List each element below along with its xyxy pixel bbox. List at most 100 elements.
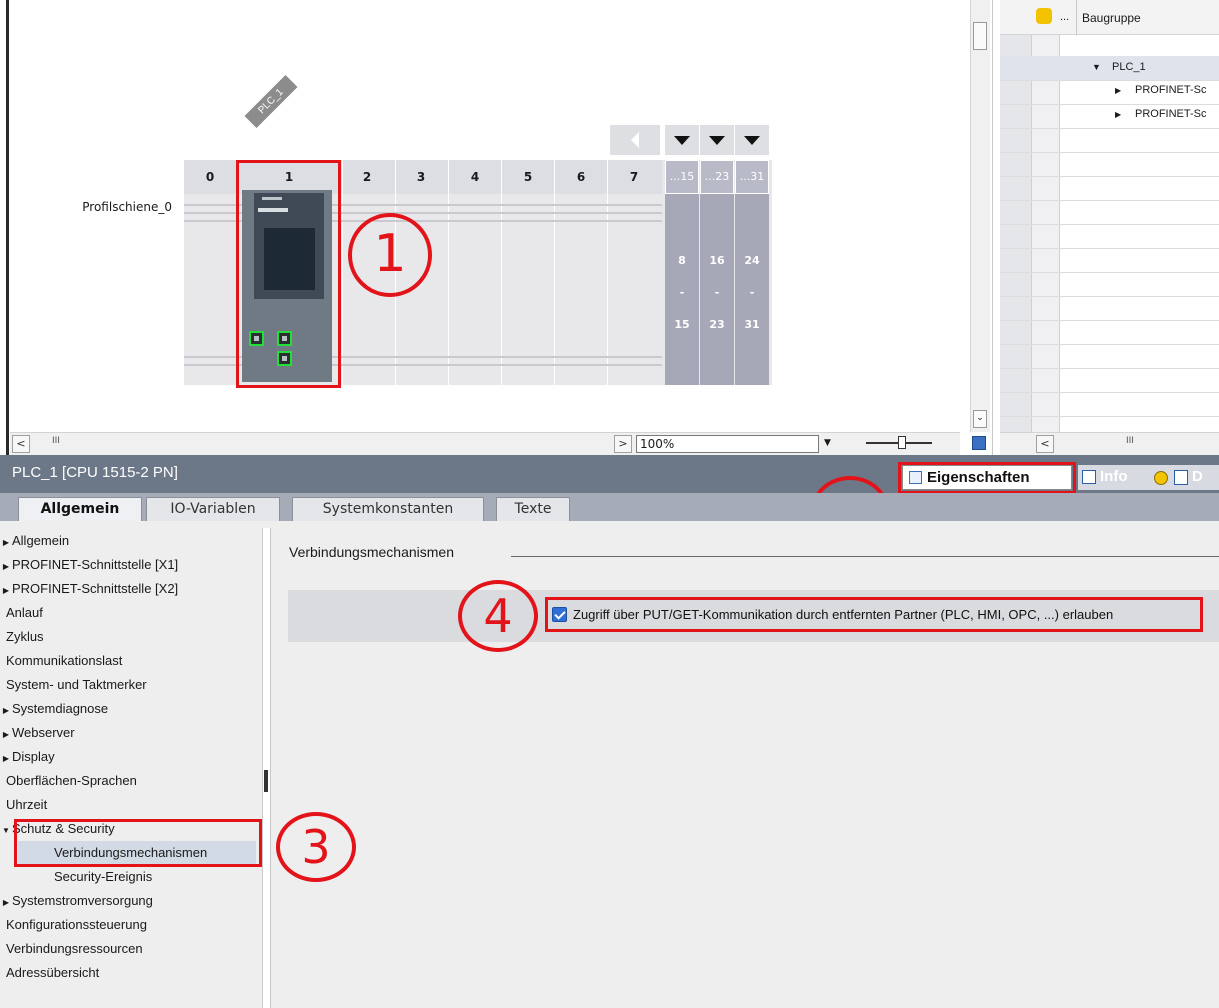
- slot-range-from: 8: [678, 254, 686, 267]
- overview-row-label[interactable]: PLC_1: [1112, 61, 1146, 73]
- nav-item-label: Security-Ereignis: [54, 869, 153, 884]
- splitter-grip[interactable]: [264, 770, 268, 792]
- expand-arrow-icon[interactable]: ▶: [0, 555, 12, 579]
- overview-row-selected[interactable]: [1000, 56, 1219, 80]
- nav-item-label: PROFINET-Schnittstelle [X2]: [12, 581, 179, 596]
- rack-label[interactable]: Profilschiene_0: [50, 200, 172, 214]
- highlight-eigenschaften-box: [898, 462, 1076, 494]
- collapse-arrow-icon[interactable]: ▼: [0, 819, 12, 843]
- row-divider: [1000, 272, 1219, 273]
- slot-group-header: ...31: [735, 160, 769, 194]
- row-divider: [1000, 152, 1219, 153]
- highlight-cpu-box: [236, 160, 341, 388]
- device-view-vertical-scrollbar[interactable]: [970, 0, 990, 432]
- row-divider: [1000, 320, 1219, 321]
- expand-arrow-icon[interactable]: ▶: [0, 747, 12, 771]
- chevron-down-icon: [744, 135, 760, 145]
- overview-scroll-left-button[interactable]: <: [1036, 435, 1054, 453]
- expand-slots-8-15-button[interactable]: [665, 125, 699, 155]
- row-divider: [1000, 104, 1219, 105]
- nav-item-uhrzeit[interactable]: Uhrzeit: [6, 793, 47, 817]
- nav-item-anlauf[interactable]: Anlauf: [6, 601, 43, 625]
- row-divider: [1000, 368, 1219, 369]
- scroll-down-button[interactable]: ⌄: [973, 410, 987, 428]
- overview-row-label[interactable]: PROFINET-Sc: [1135, 84, 1207, 96]
- annotation-marker-4: 4: [458, 580, 538, 652]
- zoom-level-field[interactable]: 100%: [636, 435, 836, 453]
- expand-arrow-icon[interactable]: ▶: [1115, 86, 1121, 95]
- overview-navigation-icon[interactable]: [972, 436, 986, 450]
- filter-icon[interactable]: [1036, 8, 1052, 24]
- row-divider: [1000, 296, 1219, 297]
- arrow-left-icon: [631, 132, 639, 148]
- scroll-grip-icon: III: [52, 436, 60, 446]
- nav-item-systemstromversorgung[interactable]: ▶ Systemstromversorgung: [0, 889, 153, 913]
- slot-range-to: 23: [709, 318, 725, 331]
- nav-item-label: Systemdiagnose: [12, 701, 109, 716]
- nav-item-zyklus[interactable]: Zyklus: [6, 625, 44, 649]
- slot-number-3: 3: [416, 170, 426, 184]
- overview-row-label[interactable]: PROFINET-Sc: [1135, 108, 1207, 120]
- nav-item-label: Uhrzeit: [6, 797, 48, 812]
- nav-item-system-taktmerker[interactable]: System- und Taktmerker: [6, 673, 147, 697]
- nav-item-oberflaechen-sprachen[interactable]: Oberflächen-Sprachen: [6, 769, 137, 793]
- tab-info[interactable]: Info D: [1078, 465, 1219, 490]
- collapse-arrow-icon[interactable]: ▼: [1092, 62, 1101, 72]
- expand-arrow-icon[interactable]: ▶: [0, 531, 12, 555]
- nav-item-profinet-x2[interactable]: ▶ PROFINET-Schnittstelle [X2]: [0, 577, 178, 601]
- slot-separator: [607, 160, 608, 385]
- section-title: Verbindungsmechanismen: [289, 544, 454, 560]
- slot-range-to: 15: [674, 318, 690, 331]
- info-icon: [1154, 471, 1168, 485]
- nav-item-konfigurationssteuerung[interactable]: Konfigurationssteuerung: [6, 913, 147, 937]
- tab-systemkonstanten[interactable]: Systemkonstanten: [292, 497, 484, 521]
- expand-arrow-icon[interactable]: ▶: [1115, 110, 1121, 119]
- expand-slots-16-23-button[interactable]: [700, 125, 734, 155]
- slot-number-2: 2: [362, 170, 372, 184]
- slot-separator: [501, 160, 502, 385]
- nav-item-allgemein[interactable]: ▶ Allgemein: [0, 529, 69, 553]
- tab-io-variablen[interactable]: IO-Variablen: [146, 497, 280, 521]
- nav-item-label: Verbindungsressourcen: [6, 941, 143, 956]
- zoom-dropdown-button[interactable]: ▼: [818, 435, 836, 453]
- row-divider: [1000, 416, 1219, 417]
- slot-range-from: 24: [744, 254, 760, 267]
- expand-slots-24-31-button[interactable]: [735, 125, 769, 155]
- row-divider: [1000, 200, 1219, 201]
- tab-diagnose-label[interactable]: D: [1192, 468, 1203, 485]
- row-divider: [1000, 344, 1219, 345]
- expand-arrow-icon[interactable]: ▶: [0, 891, 12, 915]
- overview-column-baugruppe[interactable]: Baugruppe: [1082, 11, 1141, 25]
- overview-horizontal-scrollbar[interactable]: [1000, 432, 1219, 455]
- zoom-slider-handle[interactable]: [898, 436, 906, 449]
- slot-separator: [448, 160, 449, 385]
- nav-item-kommunikationslast[interactable]: Kommunikationslast: [6, 649, 122, 673]
- expand-arrow-icon[interactable]: ▶: [0, 699, 12, 723]
- scroll-thumb[interactable]: [973, 22, 987, 50]
- scroll-left-button[interactable]: <: [12, 435, 30, 453]
- navigation-splitter[interactable]: [262, 528, 271, 1008]
- row-divider: [1000, 128, 1219, 129]
- diagnostics-icon: [1174, 470, 1188, 485]
- row-divider: [1000, 224, 1219, 225]
- nav-item-profinet-x1[interactable]: ▶ PROFINET-Schnittstelle [X1]: [0, 553, 178, 577]
- scroll-right-button[interactable]: >: [614, 435, 632, 453]
- expand-arrow-icon[interactable]: ▶: [0, 723, 12, 747]
- nav-item-systemdiagnose[interactable]: ▶ Systemdiagnose: [0, 697, 108, 721]
- tab-texte[interactable]: Texte: [496, 497, 570, 521]
- expand-arrow-icon[interactable]: ▶: [0, 579, 12, 603]
- scroll-slots-left-button[interactable]: [610, 125, 660, 155]
- nav-item-adressuebersicht[interactable]: Adressübersicht: [6, 961, 99, 985]
- row-divider: [1000, 80, 1219, 81]
- nav-item-label: Allgemein: [12, 533, 70, 548]
- left-edge-divider: [6, 0, 9, 455]
- nav-item-security-ereignis[interactable]: Security-Ereignis: [54, 865, 152, 889]
- nav-item-display[interactable]: ▶ Display: [0, 745, 55, 769]
- tab-allgemein[interactable]: Allgemein: [18, 497, 142, 523]
- slot-separator: [554, 160, 555, 385]
- nav-item-label: Adressübersicht: [6, 965, 100, 980]
- nav-item-label: Zyklus: [6, 629, 44, 644]
- nav-item-webserver[interactable]: ▶ Webserver: [0, 721, 75, 745]
- nav-item-verbindungsressourcen[interactable]: Verbindungsressourcen: [6, 937, 143, 961]
- tab-info-label: Info: [1100, 468, 1128, 485]
